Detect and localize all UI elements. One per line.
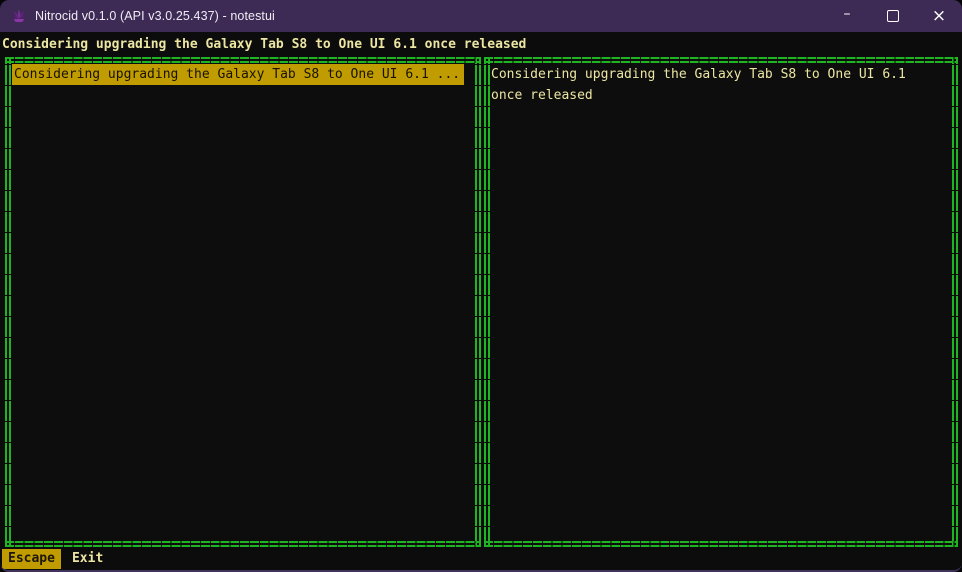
note-list-item[interactable]: Considering upgrading the Galaxy Tab S8 …: [12, 64, 464, 85]
current-note-title: Considering upgrading the Galaxy Tab S8 …: [0, 32, 962, 57]
escape-key-badge[interactable]: Escape: [2, 549, 61, 569]
nitrocid-window: Nitrocid v0.1.0 (API v3.0.25.437) - note…: [0, 0, 962, 572]
notes-list-panel[interactable]: Considering upgrading the Galaxy Tab S8 …: [5, 57, 481, 547]
close-button[interactable]: ×: [916, 0, 962, 32]
exit-action-label: Exit: [72, 551, 103, 566]
window-controls: – ×: [824, 0, 962, 32]
note-preview-panel: Considering upgrading the Galaxy Tab S8 …: [484, 57, 958, 547]
window-title: Nitrocid v0.1.0 (API v3.0.25.437) - note…: [35, 9, 824, 23]
title-bar[interactable]: Nitrocid v0.1.0 (API v3.0.25.437) - note…: [0, 0, 962, 32]
close-icon: ×: [932, 8, 946, 25]
main-area: Considering upgrading the Galaxy Tab S8 …: [0, 57, 962, 547]
note-preview-text: Considering upgrading the Galaxy Tab S8 …: [491, 64, 951, 106]
maximize-icon: [887, 10, 899, 22]
minimize-button[interactable]: –: [824, 0, 870, 32]
maximize-button[interactable]: [870, 0, 916, 32]
nitrocid-logo-icon: [11, 8, 27, 24]
keybindings-bar: Escape Exit: [0, 547, 962, 570]
minimize-icon: –: [844, 7, 851, 21]
